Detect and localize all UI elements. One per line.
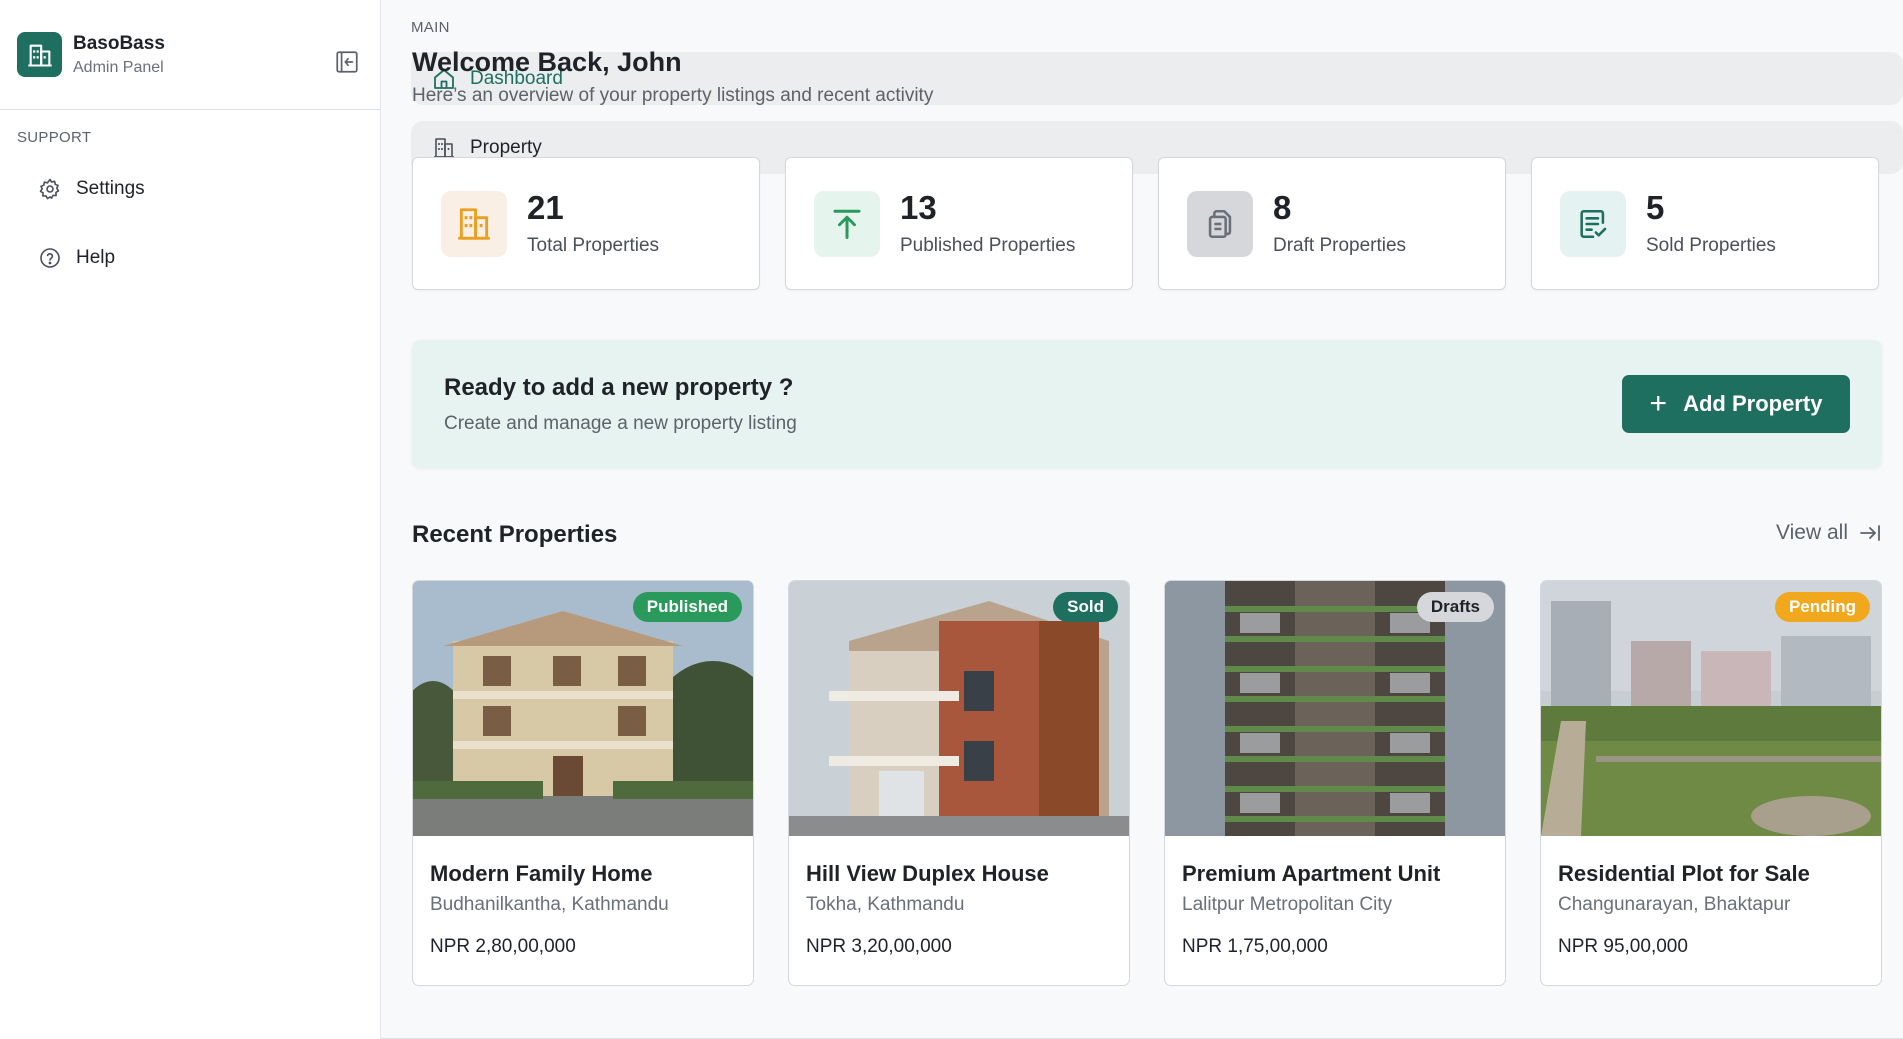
stat-value: 8 (1273, 188, 1292, 226)
property-location: Budhanilkantha, Kathmandu (430, 894, 669, 915)
help-icon (37, 245, 63, 271)
property-title: Modern Family Home (430, 861, 653, 886)
status-badge: Published (632, 592, 742, 622)
main-content: Welcome Back, John Here’s an overview of… (381, 0, 1903, 1039)
property-price: NPR 1,75,00,000 (1182, 936, 1328, 957)
property-price: NPR 3,20,00,000 (806, 936, 952, 957)
property-title: Hill View Duplex House (806, 861, 1049, 886)
collapse-sidebar-icon (335, 50, 358, 73)
stat-label: Sold Properties (1646, 234, 1776, 256)
cta-title: Ready to add a new property ? (444, 374, 794, 401)
stat-label: Published Properties (900, 234, 1076, 256)
stat-label: Total Properties (527, 234, 660, 256)
stat-card-draft: 8 Draft Properties (1158, 157, 1506, 290)
stat-card-total: 21 Total Properties (412, 157, 760, 290)
property-card[interactable]: Drafts Premium Apartment Unit Lalitpur M… (1164, 580, 1506, 986)
plus-icon: + (1649, 387, 1668, 420)
brand-header: BasoBass Admin Panel (0, 0, 380, 110)
upload-icon (814, 190, 880, 257)
property-cards: Published Modern Family Home Budhanilkan… (412, 580, 1882, 986)
arrow-right-to-line-icon (1858, 521, 1882, 545)
property-image: Pending (1541, 581, 1881, 836)
stat-card-published: 13 Published Properties (785, 157, 1133, 290)
property-card[interactable]: Published Modern Family Home Budhanilkan… (412, 580, 754, 986)
property-price: NPR 2,80,00,000 (430, 936, 576, 957)
view-all-link[interactable]: View all (1776, 521, 1882, 545)
sidebar: BasoBass Admin Panel MAIN Dashboard Prop… (0, 0, 1903, 1039)
property-image: Sold (789, 581, 1129, 836)
stat-value: 13 (900, 188, 937, 226)
recent-properties-title: Recent Properties (412, 521, 618, 548)
brand-subtitle: Admin Panel (73, 58, 164, 76)
property-price: NPR 95,00,000 (1558, 936, 1688, 957)
brand-logo-icon (17, 32, 62, 77)
property-title: Residential Plot for Sale (1558, 861, 1810, 886)
property-card[interactable]: Sold Hill View Duplex House Tokha, Kathm… (788, 580, 1130, 986)
property-image: Drafts (1165, 581, 1505, 836)
brand-name: BasoBass (73, 32, 165, 54)
gear-icon (37, 176, 63, 202)
copy-icon (1187, 190, 1253, 257)
sidebar-item-label: Settings (76, 177, 145, 199)
status-badge: Pending (1774, 592, 1870, 622)
collapse-sidebar-button[interactable] (333, 48, 360, 75)
status-badge: Sold (1053, 592, 1118, 622)
property-location: Changunarayan, Bhaktapur (1558, 894, 1791, 915)
cta-subtitle: Create and manage a new property listing (444, 413, 797, 434)
document-check-icon (1560, 190, 1626, 257)
stats-row: 21 Total Properties 13 Published Propert… (412, 157, 1879, 290)
stat-value: 21 (527, 188, 564, 226)
nav-heading-support: SUPPORT (17, 129, 92, 146)
status-badge: Drafts (1416, 592, 1494, 622)
add-property-button[interactable]: + Add Property (1622, 375, 1850, 433)
page-subtitle: Here’s an overview of your property list… (412, 85, 934, 106)
stat-value: 5 (1646, 188, 1665, 226)
property-location: Lalitpur Metropolitan City (1182, 894, 1393, 915)
sidebar-item-label: Help (76, 246, 116, 268)
building-icon (441, 190, 507, 257)
view-all-label: View all (1776, 521, 1848, 544)
page-title: Welcome Back, John (412, 47, 682, 77)
property-image: Published (413, 581, 753, 836)
nav-section-support: SUPPORT Settings Help (0, 110, 380, 284)
sidebar-item-settings[interactable]: Settings (17, 162, 363, 215)
sidebar-item-help[interactable]: Help (17, 231, 363, 284)
property-card[interactable]: Pending Residential Plot for Sale Changu… (1540, 580, 1882, 986)
stat-card-sold: 5 Sold Properties (1531, 157, 1879, 290)
add-property-banner: Ready to add a new property ? Create and… (412, 340, 1882, 468)
stat-label: Draft Properties (1273, 234, 1407, 256)
add-property-button-label: Add Property (1683, 391, 1823, 416)
property-location: Tokha, Kathmandu (806, 894, 965, 915)
property-title: Premium Apartment Unit (1182, 861, 1441, 886)
